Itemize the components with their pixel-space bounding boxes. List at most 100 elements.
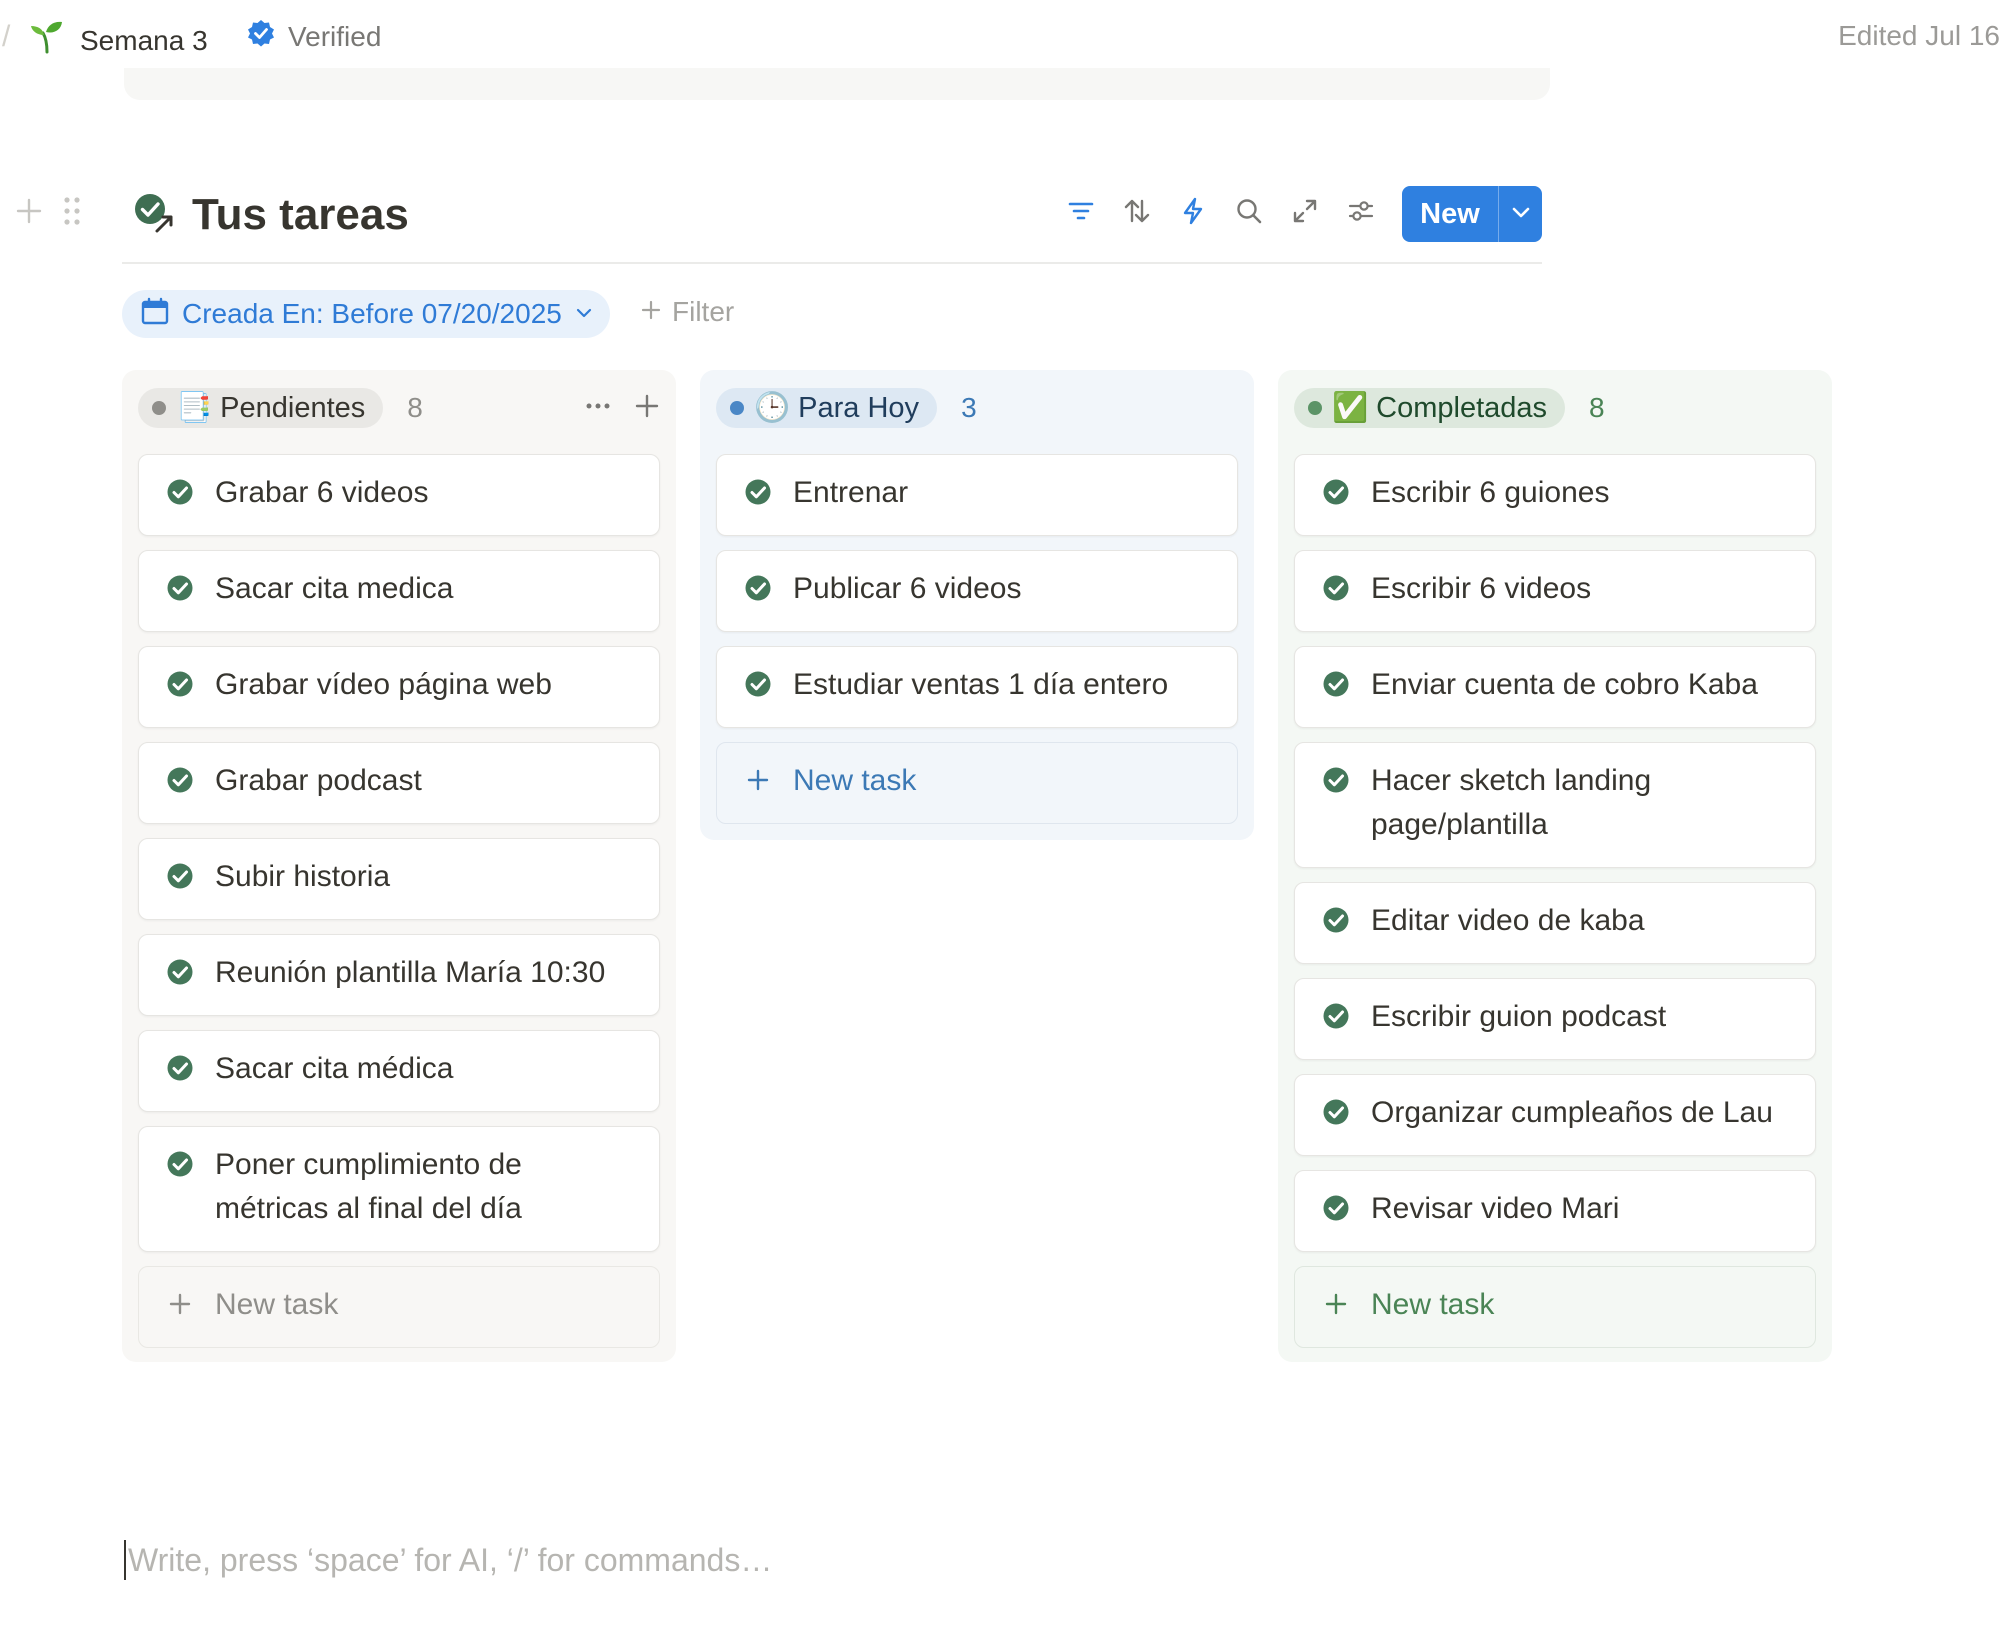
check-circle-arrow-icon	[132, 191, 176, 240]
new-task-label: New task	[793, 764, 917, 797]
card-list: Entrenar Publicar 6 videos Estudiar vent…	[716, 454, 1238, 824]
status-dot	[730, 401, 744, 415]
active-filter-label: Creada En: Before 07/20/2025	[182, 298, 562, 329]
task-card[interactable]: Grabar podcast	[138, 742, 660, 824]
verified-badge[interactable]: Verified	[246, 18, 381, 55]
column-header: 📑 Pendientes 8	[138, 388, 660, 428]
task-card[interactable]: Reunión plantilla María 10:30	[138, 934, 660, 1016]
plus-icon	[743, 765, 773, 800]
task-title: Enviar cuenta de cobro Kaba	[1371, 668, 1758, 701]
new-dropdown-button[interactable]	[1498, 186, 1542, 242]
status-dot	[1308, 401, 1322, 415]
top-bar: / Semana 3 Verified Edited Jul 16	[0, 0, 2012, 76]
check-circle-icon	[1321, 573, 1351, 608]
task-title: Subir historia	[215, 860, 391, 893]
task-title: Poner cumplimiento de métricas al final …	[215, 1148, 522, 1225]
plus-icon	[1321, 1289, 1351, 1324]
add-task-icon[interactable]	[634, 393, 660, 424]
add-filter-button[interactable]: Filter	[640, 296, 734, 328]
check-circle-icon	[165, 1149, 195, 1184]
search-icon[interactable]	[1232, 194, 1266, 228]
task-card[interactable]: Revisar video Mari	[1294, 1170, 1816, 1252]
expand-icon[interactable]	[1288, 194, 1322, 228]
check-circle-icon	[1321, 477, 1351, 512]
check-circle-icon	[1321, 1193, 1351, 1228]
new-button[interactable]: New	[1402, 186, 1498, 242]
check-circle-icon	[1321, 669, 1351, 704]
task-card[interactable]: Poner cumplimiento de métricas al final …	[138, 1126, 660, 1252]
check-circle-icon	[743, 573, 773, 608]
new-task-button[interactable]: New task	[138, 1266, 660, 1348]
automation-bolt-icon[interactable]	[1176, 194, 1210, 228]
task-title: Escribir guion podcast	[1371, 1000, 1667, 1033]
filter-icon[interactable]	[1064, 194, 1098, 228]
task-card[interactable]: Hacer sketch landing page/plantilla	[1294, 742, 1816, 868]
task-card[interactable]: Organizar cumpleaños de Lau	[1294, 1074, 1816, 1156]
task-title: Sacar cita médica	[215, 1052, 454, 1085]
database-title[interactable]: Tus tareas	[132, 190, 409, 240]
task-title: Grabar podcast	[215, 764, 422, 797]
check-circle-icon	[165, 957, 195, 992]
task-card[interactable]: Enviar cuenta de cobro Kaba	[1294, 646, 1816, 728]
check-circle-icon	[1321, 765, 1351, 800]
active-filter-chip[interactable]: Creada En: Before 07/20/2025	[122, 290, 610, 338]
sort-icon[interactable]	[1120, 194, 1154, 228]
status-pill[interactable]: ✅ Completadas	[1294, 388, 1566, 428]
verified-label: Verified	[288, 20, 382, 52]
task-card[interactable]: Escribir 6 videos	[1294, 550, 1816, 632]
board-column-para-hoy: 🕒 Para Hoy 3 Entrenar Publicar 6 videos …	[700, 370, 1254, 840]
new-task-button[interactable]: New task	[1294, 1266, 1816, 1348]
task-title: Escribir 6 videos	[1371, 572, 1592, 605]
status-dot	[152, 401, 166, 415]
breadcrumb-page[interactable]: Semana 3	[28, 18, 208, 63]
task-title: Escribir 6 guiones	[1371, 476, 1610, 509]
new-task-label: New task	[1371, 1288, 1495, 1321]
status-label: ✅ Completadas	[1332, 392, 1548, 424]
board-column-completadas: ✅ Completadas 8 Escribir 6 guiones Escri…	[1278, 370, 1832, 1362]
more-options-icon[interactable]	[584, 392, 612, 425]
task-card[interactable]: Editar video de kaba	[1294, 882, 1816, 964]
check-circle-icon	[1321, 1001, 1351, 1036]
task-card[interactable]: Sacar cita médica	[138, 1030, 660, 1112]
task-title: Reunión plantilla María 10:30	[215, 956, 606, 989]
seedling-icon	[28, 18, 66, 63]
check-circle-icon	[1321, 1097, 1351, 1132]
task-title: Entrenar	[793, 476, 909, 509]
task-card[interactable]: Entrenar	[716, 454, 1238, 536]
status-label: 🕒 Para Hoy	[754, 392, 920, 424]
task-card[interactable]: Grabar vídeo página web	[138, 646, 660, 728]
task-card[interactable]: Subir historia	[138, 838, 660, 920]
board-column-pendientes: 📑 Pendientes 8 Grabar 6 videos Sacar cit…	[122, 370, 676, 1362]
editor-input[interactable]: Write, press ‘space’ for AI, ‘/’ for com…	[124, 1540, 772, 1580]
new-button-group: New	[1402, 186, 1542, 242]
column-header: ✅ Completadas 8	[1294, 388, 1816, 428]
task-count: 8	[407, 392, 423, 423]
task-card[interactable]: Sacar cita medica	[138, 550, 660, 632]
task-card[interactable]: Estudiar ventas 1 día entero	[716, 646, 1238, 728]
chevron-down-icon	[574, 298, 594, 330]
task-card[interactable]: Grabar 6 videos	[138, 454, 660, 536]
status-pill[interactable]: 🕒 Para Hoy	[716, 388, 938, 428]
add-block-icon[interactable]	[14, 196, 44, 231]
task-title: Grabar vídeo página web	[215, 668, 552, 701]
text-caret	[124, 1540, 126, 1580]
block-handle[interactable]	[14, 196, 82, 231]
new-task-button[interactable]: New task	[716, 742, 1238, 824]
verified-icon	[246, 18, 276, 55]
card-list: Grabar 6 videos Sacar cita medica Grabar…	[138, 454, 660, 1348]
drag-handle-icon[interactable]	[62, 196, 82, 231]
task-card[interactable]: Escribir 6 guiones	[1294, 454, 1816, 536]
status-pill[interactable]: 📑 Pendientes	[138, 388, 384, 428]
task-card[interactable]: Escribir guion podcast	[1294, 978, 1816, 1060]
breadcrumb-separator: /	[2, 20, 11, 53]
database-divider	[122, 262, 1542, 264]
task-count: 8	[1589, 392, 1605, 423]
check-circle-icon	[165, 573, 195, 608]
calendar-icon	[140, 296, 170, 333]
check-circle-icon	[165, 1053, 195, 1088]
task-title: Estudiar ventas 1 día entero	[793, 668, 1169, 701]
task-card[interactable]: Publicar 6 videos	[716, 550, 1238, 632]
task-title: Publicar 6 videos	[793, 572, 1022, 605]
settings-sliders-icon[interactable]	[1344, 194, 1378, 228]
task-title: Grabar 6 videos	[215, 476, 429, 509]
